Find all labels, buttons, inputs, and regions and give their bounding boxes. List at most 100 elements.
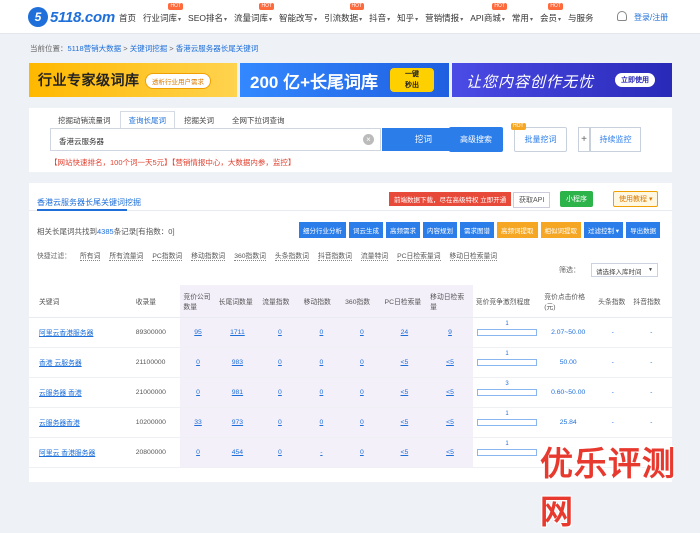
- action-button[interactable]: 词云生成: [349, 222, 383, 238]
- action-button[interactable]: 过滤控制 ▾: [584, 222, 624, 238]
- batch-dig-button[interactable]: HOT 批量挖词: [511, 123, 567, 152]
- nav-item[interactable]: 流量词库▾ HOT: [234, 3, 275, 24]
- logo[interactable]: 5 5118.com: [28, 7, 115, 27]
- filter-option[interactable]: 所有流量词: [109, 250, 144, 261]
- bid-company-count[interactable]: 33: [180, 407, 216, 438]
- column-header[interactable]: PC日检索量: [381, 285, 428, 318]
- mobile-daily-volume[interactable]: <5: [427, 437, 473, 468]
- column-header[interactable]: 长尾词数量: [215, 285, 260, 318]
- action-button[interactable]: 细分行业分析: [299, 222, 346, 238]
- keyword-link[interactable]: 云服务器香港: [29, 407, 133, 438]
- keyword-link[interactable]: 香港 云服务器: [29, 347, 133, 378]
- filter-option[interactable]: 头条指数词: [274, 250, 309, 261]
- nav-item[interactable]: API商城▾ HOT: [470, 3, 507, 24]
- action-button[interactable]: 需求图谱: [460, 222, 494, 238]
- nav-item[interactable]: 与服务: [568, 12, 594, 24]
- filter-option[interactable]: 移动指数词: [191, 250, 226, 261]
- column-header[interactable]: 抖音指数: [630, 285, 672, 318]
- action-button[interactable]: 内容规划: [423, 222, 457, 238]
- longtail-count[interactable]: 973: [215, 407, 260, 438]
- column-header[interactable]: 360指数: [342, 285, 382, 318]
- filter-option[interactable]: 所有词: [79, 250, 101, 261]
- advanced-search-button[interactable]: 高级搜索: [449, 127, 503, 152]
- column-header[interactable]: 竞价点击价格(元): [541, 285, 596, 318]
- banner-longtail-lexicon[interactable]: 200 亿+长尾词库 一键 秒出: [240, 63, 449, 97]
- index-360[interactable]: 0: [342, 347, 382, 378]
- tutorial-button[interactable]: 使用教程 ▾: [613, 191, 659, 207]
- filter-option[interactable]: 360指数词: [234, 250, 266, 261]
- promo-notice[interactable]: 【网站快速排名，100个词一天5元】【营销情报中心，大数据内参，监控】: [50, 157, 295, 168]
- nav-item[interactable]: SEO排名▾: [188, 12, 227, 24]
- login-link[interactable]: 登录/注册: [634, 12, 668, 23]
- column-header[interactable]: 流量指数: [259, 285, 301, 318]
- pc-daily-volume[interactable]: <5: [381, 437, 428, 468]
- filter-option[interactable]: 流量特词: [360, 250, 389, 261]
- date-select[interactable]: 请选择入库时间 ▼: [591, 263, 658, 277]
- search-input[interactable]: 香港云服务器 ×: [50, 128, 381, 151]
- mini-program-button[interactable]: 小程序: [560, 191, 593, 207]
- pc-daily-volume[interactable]: 24: [381, 317, 428, 348]
- mobile-index[interactable]: 0: [300, 407, 343, 438]
- keyword-link[interactable]: 阿里云 香港服务器: [29, 437, 133, 468]
- column-header[interactable]: 竞价公司数量: [180, 285, 216, 318]
- column-header[interactable]: 移动指数: [300, 285, 343, 318]
- bid-company-count[interactable]: 0: [180, 347, 216, 378]
- mobile-daily-volume[interactable]: <5: [427, 377, 473, 408]
- traffic-index[interactable]: 0: [259, 377, 301, 408]
- banner-content-creation[interactable]: 让您内容创作无忧 立即使用: [452, 63, 672, 97]
- traffic-index[interactable]: 0: [259, 437, 301, 468]
- filter-option[interactable]: 抖音指数词: [317, 250, 352, 261]
- nav-item[interactable]: 常用▾: [512, 12, 533, 24]
- traffic-index[interactable]: 0: [259, 347, 301, 378]
- longtail-count[interactable]: 981: [215, 377, 260, 408]
- bell-icon[interactable]: [617, 11, 627, 21]
- filter-option[interactable]: PC指数词: [152, 250, 183, 261]
- pc-daily-volume[interactable]: <5: [381, 377, 428, 408]
- get-api-button[interactable]: 获取API: [513, 192, 551, 208]
- mobile-index[interactable]: 0: [300, 317, 343, 348]
- index-360[interactable]: 0: [342, 437, 382, 468]
- breadcrumb-item[interactable]: 5118营销大数据: [68, 44, 122, 53]
- filter-option[interactable]: 移动日检索量词: [449, 250, 498, 261]
- action-button[interactable]: 相似词提取: [540, 222, 581, 238]
- breadcrumb-item[interactable]: 香港云服务器长尾关键词: [176, 44, 259, 53]
- nav-item[interactable]: 知乎▾: [397, 12, 418, 24]
- column-header[interactable]: 移动日检索量: [427, 285, 473, 318]
- mobile-index[interactable]: 0: [300, 347, 343, 378]
- nav-item[interactable]: 营销情报▾: [425, 12, 463, 24]
- keyword-link[interactable]: 阿里云香港服务器: [29, 317, 133, 348]
- longtail-count[interactable]: 1711: [215, 317, 260, 348]
- column-header[interactable]: 关键词: [29, 285, 133, 318]
- bid-company-count[interactable]: 0: [180, 377, 216, 408]
- mobile-daily-volume[interactable]: <5: [427, 347, 473, 378]
- mobile-index[interactable]: -: [300, 437, 343, 468]
- column-header[interactable]: 竞价竞争激烈程度: [472, 285, 542, 318]
- action-button[interactable]: 导出数据: [626, 222, 661, 238]
- index-360[interactable]: 0: [342, 377, 382, 408]
- download-privilege-tag[interactable]: 前端数据下载，尽在高级特权 立即开通: [389, 192, 512, 206]
- filter-option[interactable]: PC日检索量词: [397, 250, 441, 261]
- monitor-button[interactable]: 持续监控: [590, 127, 641, 152]
- longtail-count[interactable]: 983: [215, 347, 260, 378]
- index-360[interactable]: 0: [342, 317, 382, 348]
- longtail-count[interactable]: 454: [215, 437, 260, 468]
- traffic-index[interactable]: 0: [259, 407, 301, 438]
- mobile-index[interactable]: 0: [300, 377, 343, 408]
- column-header[interactable]: 头条指数: [595, 285, 631, 318]
- bid-company-count[interactable]: 0: [180, 437, 216, 468]
- nav-item[interactable]: 引流数据▾ HOT: [324, 3, 365, 24]
- nav-item[interactable]: 智能改写▾: [279, 12, 317, 24]
- nav-item[interactable]: 抖音▾: [369, 12, 390, 24]
- banner-industry-lexicon[interactable]: 行业专家级词库 透析行业用户需求: [29, 63, 237, 97]
- bid-company-count[interactable]: 95: [180, 317, 216, 348]
- pc-daily-volume[interactable]: <5: [381, 347, 428, 378]
- index-360[interactable]: 0: [342, 407, 382, 438]
- nav-item[interactable]: 行业词库▾ HOT: [143, 3, 184, 24]
- nav-item[interactable]: 会员▾ HOT: [540, 3, 563, 24]
- add-monitor-button[interactable]: +: [578, 127, 590, 152]
- clear-icon[interactable]: ×: [363, 134, 374, 145]
- pc-daily-volume[interactable]: <5: [381, 407, 428, 438]
- keyword-link[interactable]: 云服务器 香港: [29, 377, 133, 408]
- action-button[interactable]: 高频词提取: [497, 222, 538, 238]
- column-header[interactable]: 收录量: [132, 285, 181, 318]
